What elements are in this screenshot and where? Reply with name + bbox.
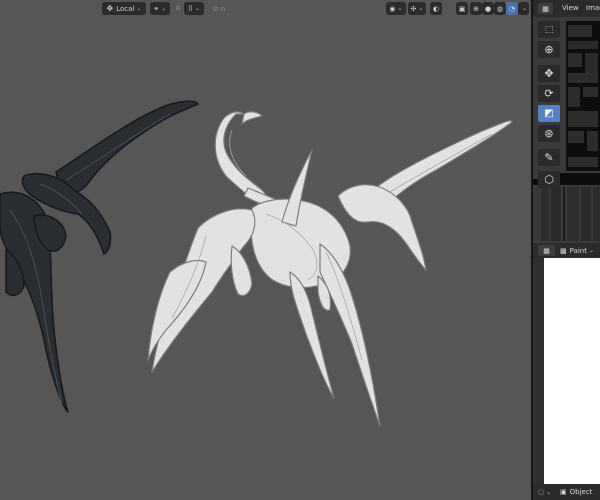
annotate-tool[interactable]: ✎: [538, 149, 560, 166]
annotate-pen-icon: ✎: [544, 151, 554, 164]
chevron-down-icon: ⌄: [418, 5, 424, 12]
shading-solid-button[interactable]: ●: [482, 2, 494, 15]
xray-icon: ▣: [458, 4, 466, 13]
shading-wireframe-button[interactable]: ⊕: [470, 2, 482, 15]
image-editor-header: ▦ View Imag: [533, 0, 600, 17]
chevron-down-icon: ⌄: [397, 5, 403, 12]
paint-brush-icon: ▩: [560, 246, 567, 255]
image-menu[interactable]: Imag: [586, 4, 600, 12]
chevron-down-icon: ⌄: [195, 5, 201, 12]
overlays-icon: ◐: [432, 4, 440, 13]
eye-filter-icon: ◉: [389, 4, 396, 13]
chevron-down-icon: ⌄: [161, 5, 167, 12]
wireframe-sphere-icon: ⊕: [473, 4, 479, 13]
scale-tool[interactable]: ◩: [538, 105, 560, 122]
viewport-header: ✥ Local ⌄ ⚭ ⌄ ⍝ ⠿ ⌄ ⊙ ∩ ◉ ⌄ ✣ ⌄ ◐ ▣ ⊕ ● …: [0, 0, 531, 17]
image-editor-icon: ▦: [543, 246, 550, 255]
paint-editor-sidebar: [533, 258, 544, 484]
select-tool[interactable]: ⬚: [538, 21, 560, 38]
tool-shelf: ⬚ ⊕ ✥ ⟳ ◩ ⊛ ✎ ⬡: [536, 17, 562, 193]
view-menu[interactable]: View: [562, 4, 579, 12]
add-cube-tool[interactable]: ⬡: [538, 171, 560, 188]
view-dropdown[interactable]: ◌ ⌄: [538, 487, 554, 497]
viewport-scene: [0, 100, 513, 427]
snap-toggle[interactable]: ⍝: [172, 2, 184, 15]
circle-dot-icon: ⊙: [212, 4, 219, 13]
snap-target-dropdown[interactable]: ⠿ ⌄: [184, 2, 204, 15]
3d-viewport[interactable]: ✥ Local ⌄ ⚭ ⌄ ⍝ ⠿ ⌄ ⊙ ∩ ◉ ⌄ ✣ ⌄ ◐ ▣ ⊕ ● …: [0, 0, 531, 500]
proportional-falloff-icon: ∩: [220, 4, 226, 13]
magnet-icon: ⍝: [175, 4, 181, 12]
paint-editor-header: ▦ ▩ Paint ⌄: [533, 243, 600, 258]
circle-view-icon: ◌: [538, 488, 545, 496]
shading-options-dropdown[interactable]: ⌄: [518, 2, 529, 15]
rotate-tool[interactable]: ⟳: [538, 85, 560, 102]
move-tool[interactable]: ✥: [538, 65, 560, 82]
xray-toggle[interactable]: ▣: [456, 2, 468, 15]
object-label: Object: [569, 488, 593, 496]
gizmo-icon: ✣: [410, 4, 417, 13]
image-editor-icon: ▦: [542, 4, 549, 13]
paint-canvas[interactable]: [544, 258, 600, 484]
object-square-icon: ▣: [560, 488, 567, 496]
status-footer: ◌ ⌄ ▣ Object: [533, 484, 600, 500]
rotate-icon: ⟳: [544, 87, 554, 100]
transform-orientation-dropdown[interactable]: ✥ Local ⌄: [102, 2, 146, 15]
cube-add-icon: ⬡: [544, 173, 554, 186]
snap-grid-icon: ⠿: [187, 4, 194, 13]
shading-material-button[interactable]: ◍: [494, 2, 506, 15]
pivot-link-icon: ⚭: [153, 4, 160, 13]
transform-orientation-label: Local: [116, 4, 135, 13]
chevron-down-icon: ⌄: [588, 247, 594, 254]
overlays-toggle[interactable]: ◐: [430, 2, 442, 15]
pivot-point-dropdown[interactable]: ⚭ ⌄: [150, 2, 170, 15]
cursor-crosshair-icon: ⊕: [544, 43, 554, 56]
cursor-tool[interactable]: ⊕: [538, 41, 560, 58]
chevron-down-icon: ⌄: [521, 5, 528, 12]
solid-sphere-icon: ●: [484, 4, 492, 13]
proportional-editing-toggle[interactable]: ⊙ ∩: [206, 2, 232, 15]
gizmo-dropdown[interactable]: ✣ ⌄: [408, 2, 426, 15]
visibility-dropdown[interactable]: ◉ ⌄: [386, 2, 406, 15]
chevron-down-icon: ⌄: [546, 488, 552, 496]
material-sphere-icon: ◍: [496, 4, 504, 13]
rendered-sphere-icon: ◔: [508, 4, 516, 13]
scale-box-icon: ◩: [544, 108, 554, 119]
white-creature-model[interactable]: [147, 111, 513, 427]
move-arrows-icon: ✥: [544, 67, 554, 80]
orientation-axes-icon: ✥: [106, 4, 114, 13]
transform-gizmo-icon: ⊛: [544, 127, 554, 140]
editor-type-dropdown[interactable]: ▦: [538, 3, 553, 14]
object-mode-button[interactable]: ▣ Object: [560, 487, 598, 497]
editor-type-dropdown[interactable]: ▦: [538, 245, 555, 256]
dark-creature-model[interactable]: [0, 100, 199, 413]
cursor-select-icon: ⬚: [544, 24, 554, 35]
mode-label: Paint: [569, 246, 587, 255]
transform-tool[interactable]: ⊛: [538, 125, 560, 142]
shading-rendered-button[interactable]: ◔: [506, 2, 518, 15]
mode-dropdown[interactable]: ▩ Paint ⌄: [560, 245, 598, 256]
chevron-down-icon: ⌄: [136, 5, 142, 12]
